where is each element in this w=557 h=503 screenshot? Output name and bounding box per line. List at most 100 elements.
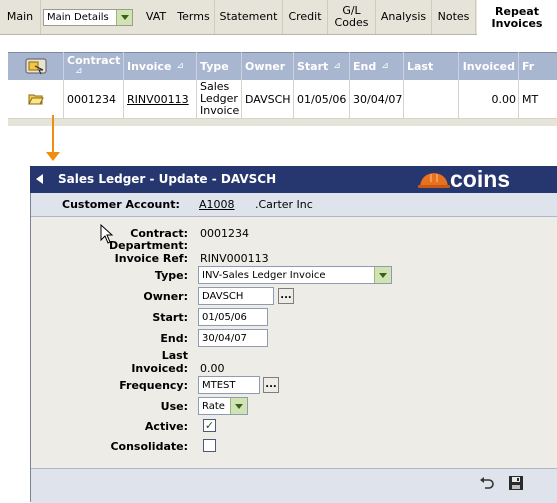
customer-account-label: Customer Account:	[62, 198, 180, 211]
cell-invoiced-text: 0.00	[491, 92, 517, 106]
cell-end-text: 30/04/07	[353, 92, 403, 106]
sort-icon: ⊿	[333, 61, 341, 71]
save-disk-icon[interactable]	[508, 475, 524, 494]
tab-notes[interactable]: Notes	[432, 0, 476, 34]
invoice-link[interactable]: RINV00113	[127, 93, 189, 106]
col-type-label: Type	[200, 59, 229, 73]
contract-value: 0001234	[200, 227, 249, 240]
active-label: Active:	[144, 420, 188, 433]
customer-account-name: .Carter Inc	[255, 198, 313, 211]
start-date-input[interactable]: 01/05/06	[198, 308, 268, 326]
tab-notes-label: Notes	[437, 10, 470, 23]
col-contract-label: Contract	[67, 54, 121, 67]
tab-main[interactable]: Main	[0, 0, 41, 34]
cell-type: Sales Ledger Invoice	[197, 80, 242, 118]
cell-owner: DAVSCH	[242, 80, 294, 118]
tab-vat[interactable]: VAT	[137, 0, 175, 34]
cell-contract-text: 0001234	[67, 92, 116, 106]
frequency-lookup-button[interactable]: ...	[263, 377, 279, 393]
tab-gl-codes[interactable]: G/L Codes	[328, 0, 376, 34]
col-last[interactable]: Last	[404, 52, 459, 80]
end-date-input[interactable]: 30/04/07	[198, 329, 268, 347]
chevron-down-icon[interactable]	[230, 398, 247, 414]
tab-gl-codes-line2: Codes	[334, 16, 369, 29]
start-label: Start:	[152, 311, 188, 324]
frequency-input[interactable]: MTEST	[198, 376, 260, 394]
use-select-value: Rate	[202, 400, 225, 412]
col-invoice-label: Invoice	[127, 59, 172, 73]
col-start-label: Start	[297, 59, 329, 73]
cell-end: 30/04/07	[350, 80, 404, 118]
col-invoiced[interactable]: Invoiced	[459, 52, 519, 80]
grid-footer	[8, 119, 557, 126]
grid-options-icon[interactable]	[8, 52, 64, 80]
consolidate-label: Consolidate:	[110, 440, 188, 453]
cell-start-text: 01/05/06	[297, 92, 347, 106]
col-end[interactable]: End ⊿	[350, 52, 404, 80]
col-owner-label: Owner	[245, 59, 286, 73]
chevron-down-icon[interactable]	[116, 10, 132, 25]
department-label: Department:	[109, 239, 188, 252]
tab-credit-label: Credit	[288, 10, 322, 23]
tab-terms-label: Terms	[177, 10, 210, 23]
cell-contract: 0001234	[64, 80, 124, 118]
last-label: Last	[161, 349, 188, 362]
tab-terms[interactable]: Terms	[173, 0, 215, 34]
col-type[interactable]: Type	[197, 52, 242, 80]
sort-icon: ⊿	[381, 61, 389, 71]
invoiced-value: 0.00	[200, 362, 225, 375]
col-fr-label: Fr	[522, 59, 535, 73]
cell-owner-text: DAVSCH	[245, 92, 291, 106]
col-fr[interactable]: Fr	[519, 52, 557, 80]
customer-account-code-link[interactable]: A1008	[199, 198, 235, 211]
invoice-ref-value: RINV000113	[200, 252, 269, 265]
details-dropdown[interactable]: Main Details	[43, 9, 133, 26]
tab-repeat-invoices[interactable]: Repeat Invoices	[477, 0, 557, 36]
pointer-arrow-line	[52, 115, 54, 155]
tab-vat-label: VAT	[145, 10, 167, 23]
owner-input[interactable]: DAVSCH	[198, 287, 274, 305]
col-end-label: End	[353, 59, 377, 73]
col-contract[interactable]: Contract ⊿	[64, 52, 124, 80]
frequency-label: Frequency:	[119, 379, 188, 392]
coins-logo-text: coins	[450, 166, 511, 192]
pointer-arrow-head-icon	[46, 152, 60, 161]
folder-open-icon[interactable]	[8, 80, 64, 118]
consolidate-checkbox[interactable]	[203, 439, 216, 452]
col-start[interactable]: Start ⊿	[294, 52, 350, 80]
active-checkbox[interactable]: ✓	[203, 419, 216, 432]
owner-lookup-button[interactable]: ...	[278, 288, 294, 304]
tab-statement[interactable]: Statement	[215, 0, 283, 34]
col-invoice[interactable]: Invoice ⊿	[124, 52, 197, 80]
dialog-title: Sales Ledger - Update - DAVSCH	[58, 172, 277, 186]
cell-last	[404, 80, 459, 118]
cell-invoice[interactable]: RINV00113	[124, 80, 197, 118]
use-label: Use:	[160, 400, 188, 413]
type-select[interactable]: INV-Sales Ledger Invoice	[198, 266, 392, 284]
tab-analysis[interactable]: Analysis	[376, 0, 432, 34]
tab-analysis-label: Analysis	[380, 10, 427, 23]
back-arrow-icon[interactable]	[36, 174, 43, 184]
use-select[interactable]: Rate	[198, 397, 248, 415]
details-dropdown-value: Main Details	[47, 12, 109, 23]
tab-repeat-line2: Invoices	[491, 17, 543, 30]
type-select-value: INV-Sales Ledger Invoice	[202, 269, 326, 281]
tab-credit[interactable]: Credit	[283, 0, 328, 34]
undo-icon[interactable]	[479, 475, 495, 494]
sort-icon: ⊿	[176, 61, 184, 71]
invoice-ref-label: Invoice Ref:	[114, 252, 188, 265]
cell-type-line3: Invoice	[200, 104, 240, 117]
tab-main-label: Main	[6, 10, 34, 23]
col-invoiced-label: Invoiced	[462, 59, 515, 73]
col-last-label: Last	[407, 59, 434, 73]
cell-invoiced: 0.00	[459, 80, 519, 118]
hardhat-logo-icon	[418, 171, 450, 192]
chevron-down-icon[interactable]	[374, 267, 391, 283]
cell-start: 01/05/06	[294, 80, 350, 118]
invoiced-label: Invoiced:	[131, 362, 188, 375]
tab-statement-label: Statement	[219, 10, 278, 23]
sort-icon: ⊿	[75, 66, 83, 76]
cell-fr-text: MT	[522, 92, 539, 106]
col-owner[interactable]: Owner	[242, 52, 294, 80]
type-label: Type:	[154, 269, 188, 282]
